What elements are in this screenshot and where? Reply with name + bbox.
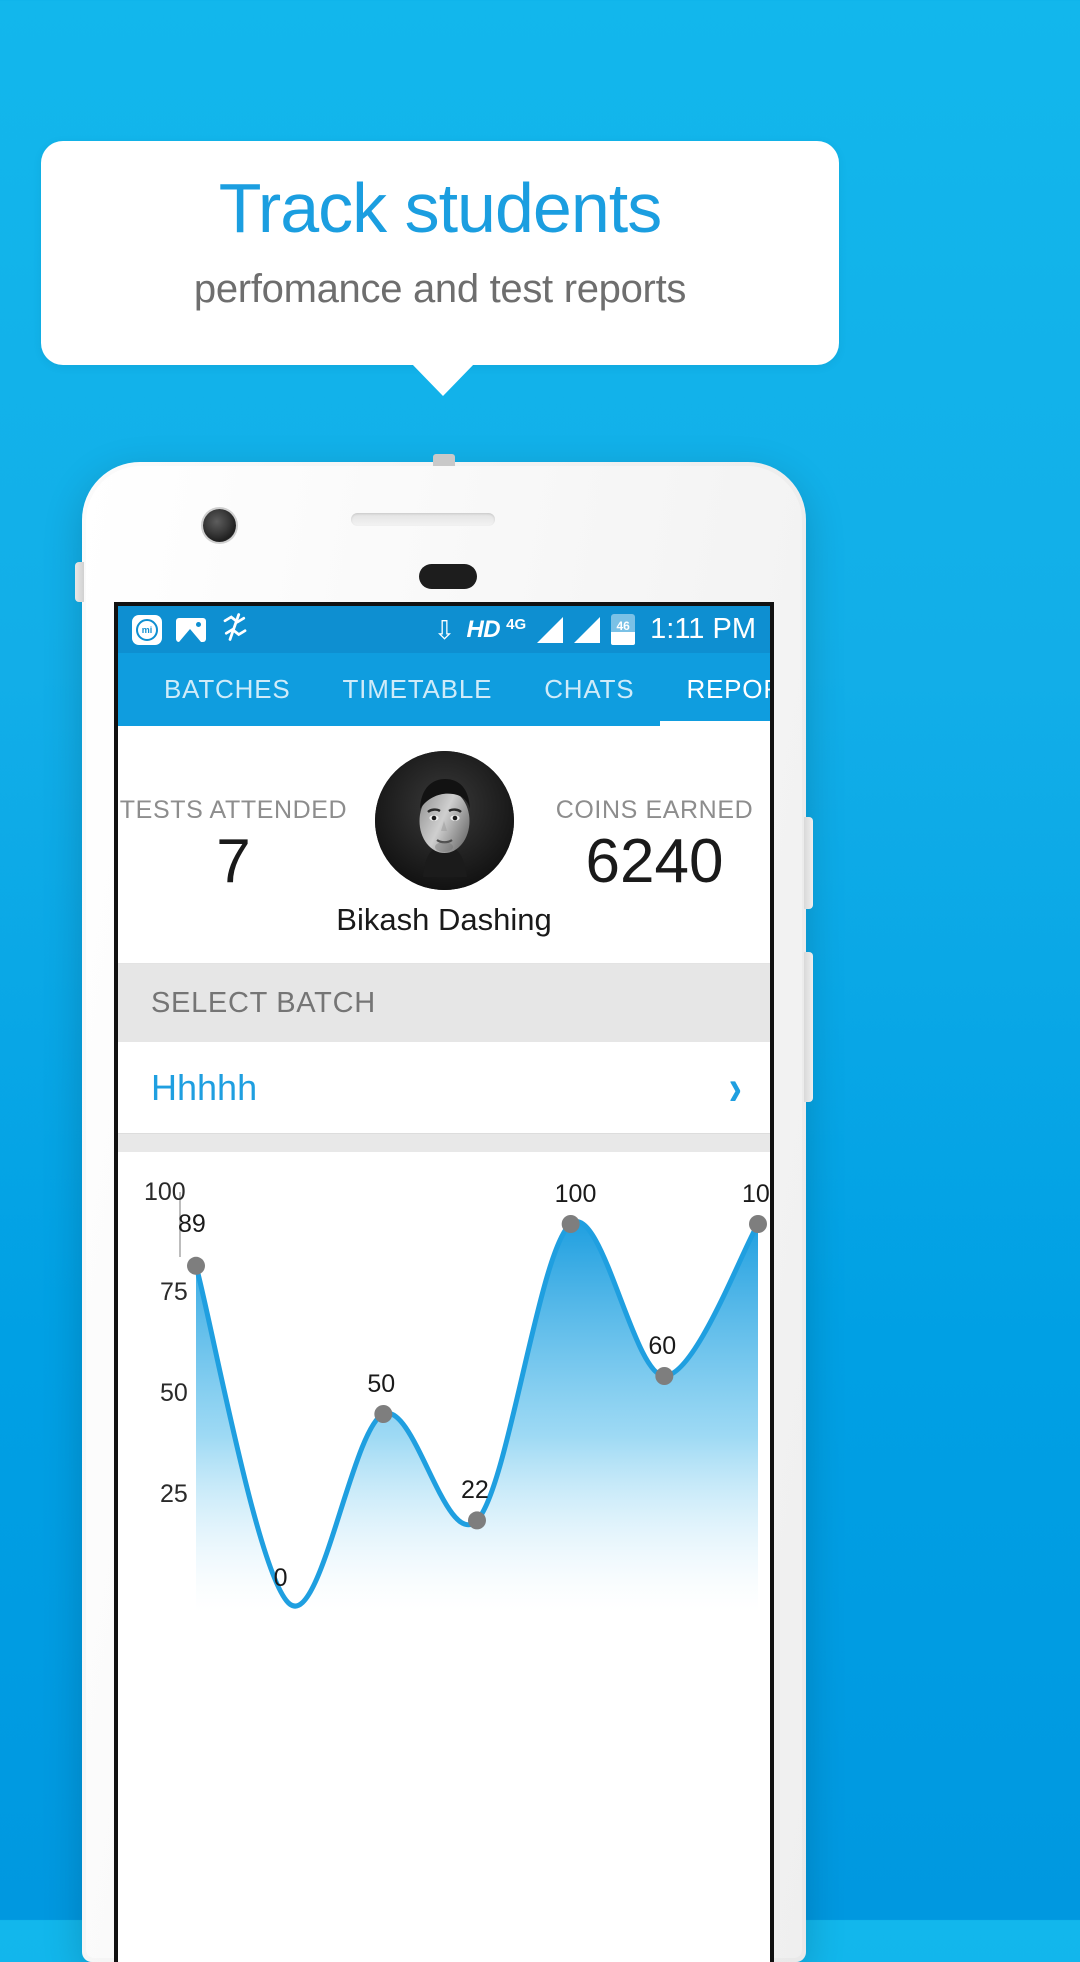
battery-level: 46 — [616, 619, 630, 633]
sim-tray — [75, 562, 84, 602]
volume-button[interactable] — [804, 817, 813, 909]
chart-point-label: 89 — [178, 1209, 206, 1238]
signal-icon-1 — [537, 616, 564, 643]
chart-point-label: 100 — [554, 1180, 597, 1208]
callout-tail — [411, 363, 475, 396]
chart-marker[interactable] — [561, 1215, 580, 1233]
tests-attended-stat: TESTS ATTENDED 7 — [118, 796, 349, 893]
status-bar: mi ⇩ HD 4G 46 1:11 PM — [118, 606, 770, 653]
chart-marker[interactable] — [655, 1367, 674, 1385]
tab-timetable[interactable]: TIMETABLE — [316, 653, 518, 726]
tests-attended-label: TESTS ATTENDED — [119, 796, 348, 824]
chart-point-label: 22 — [461, 1476, 489, 1505]
selected-batch-name: Hhhhh — [151, 1066, 258, 1108]
power-button[interactable] — [804, 952, 813, 1102]
tab-reports[interactable]: REPORTS — [660, 653, 770, 726]
photo-icon — [176, 617, 206, 642]
tab-bar: BATCHES TIMETABLE CHATS REPORTS — [118, 653, 770, 726]
chart-marker[interactable] — [468, 1511, 486, 1530]
coins-earned-stat: COINS EARNED 6240 — [539, 796, 770, 893]
network-label: 4G — [506, 616, 527, 633]
tab-chats[interactable]: CHATS — [518, 653, 660, 726]
student-summary: TESTS ATTENDED 7 Bikash Dashing COINS EA… — [118, 726, 770, 964]
chart-marker[interactable] — [187, 1256, 205, 1275]
chart-area-fill — [196, 1221, 758, 1612]
page-subtitle: perfomance and test reports — [193, 267, 687, 311]
phone-screen: mi ⇩ HD 4G 46 1:11 PM BATCHES TIMETABLE … — [114, 602, 774, 1962]
bluetooth-icon: ⇩ — [433, 614, 456, 645]
page-title: Track students — [218, 169, 662, 247]
y-tick-100: 100 — [144, 1178, 186, 1206]
proximity-sensor — [419, 564, 477, 589]
signal-icon-2 — [574, 616, 601, 643]
status-bar-right: ⇩ HD 4G 46 1:11 PM — [434, 613, 756, 646]
chart-marker[interactable] — [749, 1215, 767, 1233]
y-tick-50: 50 — [160, 1379, 188, 1407]
chart-point-label: 0 — [273, 1564, 288, 1592]
mi-app-icon: mi — [132, 614, 162, 645]
y-tick-75: 75 — [160, 1278, 188, 1306]
phone-mockup: mi ⇩ HD 4G 46 1:11 PM BATCHES TIMETABLE … — [75, 454, 813, 1962]
avatar[interactable] — [374, 751, 514, 890]
chevron-right-icon[interactable]: › — [729, 1063, 742, 1113]
student-profile: Bikash Dashing — [336, 751, 552, 938]
front-camera-icon — [203, 509, 236, 542]
select-batch-header: SELECT BATCH — [118, 964, 770, 1042]
promo-callout-card: Track students perfomance and test repor… — [41, 141, 839, 365]
coins-earned-label: COINS EARNED — [555, 796, 754, 824]
chart-point-label: 100 — [742, 1180, 770, 1208]
chart-marker[interactable] — [374, 1405, 393, 1423]
phone-antenna-nub — [433, 454, 455, 466]
sync-disabled-icon — [220, 612, 250, 647]
chart-point-label: 60 — [648, 1332, 677, 1360]
hd-label: HD — [466, 615, 501, 643]
chart-point-label: 50 — [367, 1370, 396, 1398]
performance-chart: 100 75 50 25 89 0 50 22 100 60 100 — [118, 1152, 770, 1612]
status-bar-left: mi — [132, 612, 250, 647]
battery-icon: 46 — [611, 614, 636, 645]
earpiece-speaker — [351, 513, 495, 526]
y-tick-25: 25 — [160, 1480, 188, 1508]
tests-attended-value: 7 — [216, 827, 251, 896]
tab-batches[interactable]: BATCHES — [138, 653, 316, 726]
batch-selector-row[interactable]: Hhhhh › — [118, 1042, 770, 1134]
student-name: Bikash Dashing — [336, 902, 552, 937]
status-bar-clock: 1:11 PM — [650, 613, 756, 645]
section-divider — [118, 1134, 770, 1152]
chart-canvas — [179, 1192, 767, 1612]
coins-earned-value: 6240 — [585, 827, 724, 896]
